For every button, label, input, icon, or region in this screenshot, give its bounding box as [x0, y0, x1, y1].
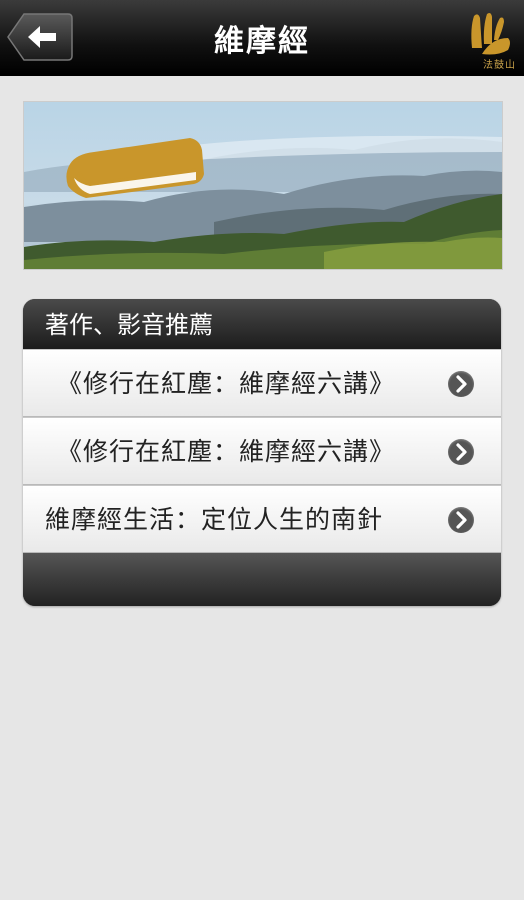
list-item[interactable]: 《修行在紅塵：維摩經六講》 — [23, 417, 501, 485]
logo-text: 法鼓山 — [483, 60, 516, 71]
section-title: 著作、影音推薦 — [23, 299, 501, 349]
list-item-label: 《修行在紅塵：維摩經六講》 — [57, 369, 396, 398]
list-item-label: 《修行在紅塵：維摩經六講》 — [57, 437, 396, 466]
panel-footer — [23, 553, 501, 606]
chevron-right-icon — [448, 371, 474, 397]
dharma-drum-logo-icon — [471, 13, 510, 55]
top-bar: 維摩經 法鼓山 — [0, 0, 524, 76]
banner-image — [23, 101, 503, 270]
list-item[interactable]: 《修行在紅塵：維摩經六講》 — [23, 349, 501, 417]
chevron-right-icon — [448, 439, 474, 465]
list-item-label: 維摩經生活：定位人生的南針 — [45, 505, 384, 534]
recommendation-panel: 著作、影音推薦 《修行在紅塵：維摩經六講》 《修行在紅塵：維摩經六講》 維摩經生… — [23, 299, 501, 606]
list-item[interactable]: 維摩經生活：定位人生的南針 — [23, 485, 501, 553]
chevron-right-icon — [448, 507, 474, 533]
mountain-landscape-image — [24, 102, 502, 269]
page-title: 維摩經 — [214, 24, 310, 59]
